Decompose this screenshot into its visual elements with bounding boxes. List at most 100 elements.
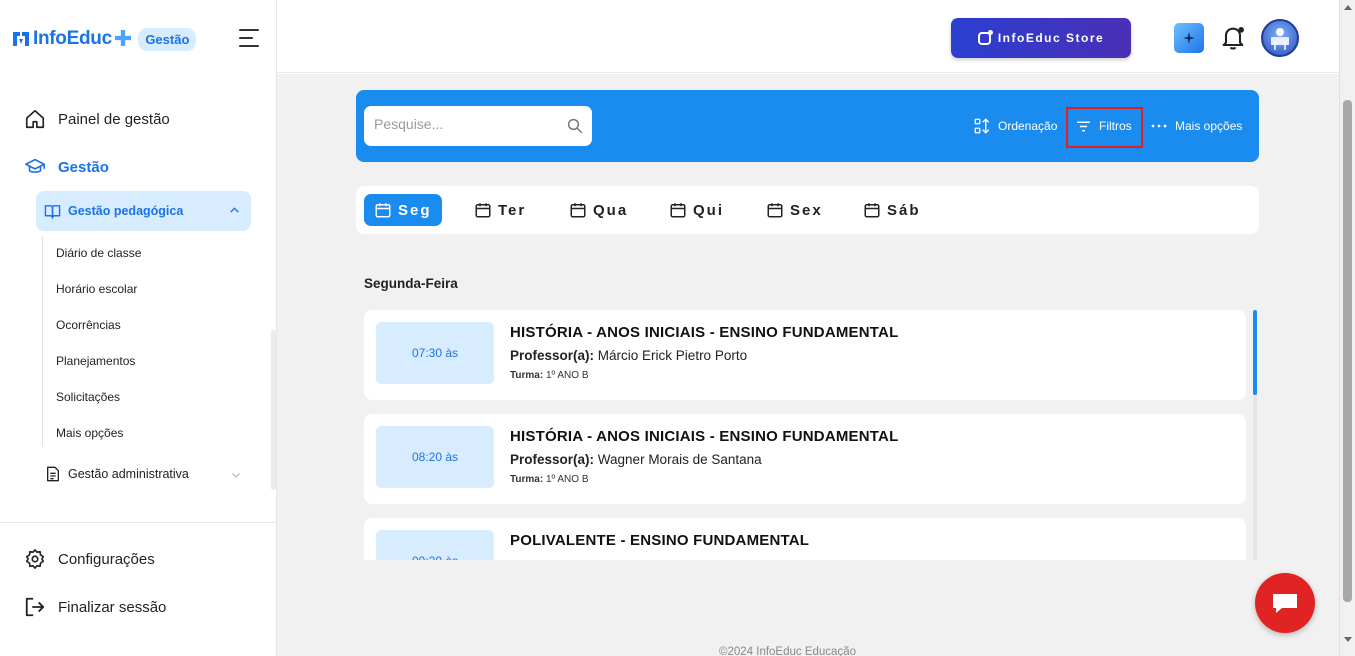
sidebar-item-label: Gestão [58,158,109,176]
teacher-line: Professor(a): Wagner Morais de Santana [510,452,762,467]
menu-icon[interactable] [239,29,261,47]
calendar-icon [475,203,491,218]
submenu-label: Gestão pedagógica [68,204,184,218]
divider [0,522,277,523]
ai-sparkle-button[interactable] [1174,23,1204,53]
subject-title: HISTÓRIA - ANOS INICIAIS - ENSINO FUNDAM… [510,324,899,341]
sidebar: InfoEduc ✚ Gestão Painel de gestão Gestã… [0,0,277,656]
book-icon [44,204,61,219]
tab-label: Sex [790,201,823,219]
submenu-item-mais-opcoes[interactable]: Mais opções [56,426,123,440]
teacher-label: Professor(a): [510,348,595,363]
search-icon[interactable] [566,117,584,135]
scroll-up-icon[interactable] [1344,5,1352,10]
tab-seg[interactable]: Seg [364,194,442,226]
tab-sab[interactable]: Sáb [853,194,931,226]
calendar-icon [864,203,880,218]
class-name: 1º ANO B [545,474,589,485]
class-line: Turma: 1º ANO B [510,474,589,485]
calendar-icon [375,203,391,218]
tab-sex[interactable]: Sex [756,194,833,226]
schedule-card[interactable]: 07:30 às HISTÓRIA - ANOS INICIAIS - ENSI… [364,310,1246,400]
calendar-icon [670,203,686,218]
store-button[interactable]: InfoEduc Store [951,18,1131,58]
search-input[interactable] [374,116,554,132]
more-options-label: Mais opções [1175,119,1243,133]
day-tabs: Seg Ter Qua Qui Sex Sáb [356,186,1259,234]
toolbar: Ordenação Filtros Mais opções [356,90,1259,162]
time-badge: 07:30 às [376,322,494,384]
schedule-card[interactable]: 08:20 às HISTÓRIA - ANOS INICIAIS - ENSI… [364,414,1246,504]
chevron-up-icon [230,207,239,213]
class-name: 1º ANO B [545,370,589,381]
tab-label: Qua [593,201,629,219]
sidebar-item-label: Gestão administrativa [68,467,189,481]
tab-ter[interactable]: Ter [464,194,536,226]
sidebar-scrollbar[interactable] [271,330,276,490]
submenu-gestao-pedagogica[interactable]: Gestão pedagógica [36,191,251,231]
time-badge: 08:20 às [376,426,494,488]
tab-label: Ter [498,201,527,219]
copyright: ©2024 InfoEduc Educação [719,646,856,656]
calendar-icon [767,203,783,218]
calendar-icon [570,203,586,218]
sidebar-item-configuracoes[interactable]: Configurações [24,548,155,570]
tab-qui[interactable]: Qui [659,194,734,226]
sidebar-item-label: Configurações [58,550,155,568]
submenu-item-diario[interactable]: Diário de classe [56,246,141,260]
logo-text: InfoEduc [33,28,112,49]
store-icon [977,29,993,45]
graduation-cap-icon [25,158,45,173]
submenu-item-planejamentos[interactable]: Planejamentos [56,354,135,368]
sidebar-item-gestao[interactable]: Gestão [24,156,109,178]
logo-badge: Gestão [138,27,197,51]
sort-button[interactable]: Ordenação [973,114,1057,138]
chevron-down-icon [232,473,240,478]
page-scrollbar[interactable] [1339,0,1355,656]
submenu-item-ocorrencias[interactable]: Ocorrências [56,318,121,332]
more-horizontal-icon [1151,124,1167,128]
class-label: Turma: [510,370,544,381]
tab-label: Seg [398,201,432,219]
tree-line [42,236,43,446]
tab-label: Qui [693,201,724,219]
class-line: Turma: 1º ANO B [510,370,589,381]
gear-icon [25,549,45,569]
avatar[interactable] [1261,19,1299,57]
filter-highlight [1066,107,1143,148]
plus-icon: ✚ [113,26,133,51]
sidebar-item-gestao-administrativa[interactable]: Gestão administrativa [46,466,246,482]
scroll-down-icon[interactable] [1344,637,1352,642]
search-box[interactable] [364,106,592,146]
chat-icon [1273,594,1297,613]
sort-label: Ordenação [998,119,1058,133]
submenu-item-horario[interactable]: Horário escolar [56,282,137,296]
teacher-label: Professor(a): [510,452,595,467]
avatar-illustration-icon [1271,28,1289,50]
submenu-item-solicitacoes[interactable]: Solicitações [56,390,120,404]
tab-qua[interactable]: Qua [559,194,638,226]
bell-icon[interactable] [1219,24,1247,52]
list-scroll-thumb[interactable] [1253,310,1257,395]
teacher-name: Márcio Erick Pietro Porto [597,348,748,363]
home-icon [25,109,45,129]
logo-mark-icon [13,32,29,46]
sidebar-item-label: Painel de gestão [58,110,170,128]
chat-button[interactable] [1255,573,1315,633]
main-content: Ordenação Filtros Mais opções Seg Ter Qu… [277,74,1339,656]
sidebar-item-finalizar-sessao[interactable]: Finalizar sessão [24,596,166,618]
logo[interactable]: InfoEduc ✚ Gestão [12,26,197,52]
tab-label: Sáb [887,201,921,219]
more-options-button[interactable]: Mais opções [1150,114,1242,138]
subject-title: HISTÓRIA - ANOS INICIAIS - ENSINO FUNDAM… [510,428,899,445]
schedule-card[interactable]: 09:20 às POLIVALENTE - ENSINO FUNDAMENTA… [364,518,1246,560]
sidebar-item-label: Finalizar sessão [58,598,167,616]
logout-icon [25,597,45,617]
sort-icon [974,118,990,134]
time-badge: 09:20 às [376,530,494,560]
page-scroll-thumb[interactable] [1343,100,1352,602]
ai-sparkle-icon [1183,32,1195,44]
sidebar-item-painel[interactable]: Painel de gestão [24,108,170,130]
document-icon [47,466,59,482]
schedule-list[interactable]: 07:30 às HISTÓRIA - ANOS INICIAIS - ENSI… [364,308,1260,560]
